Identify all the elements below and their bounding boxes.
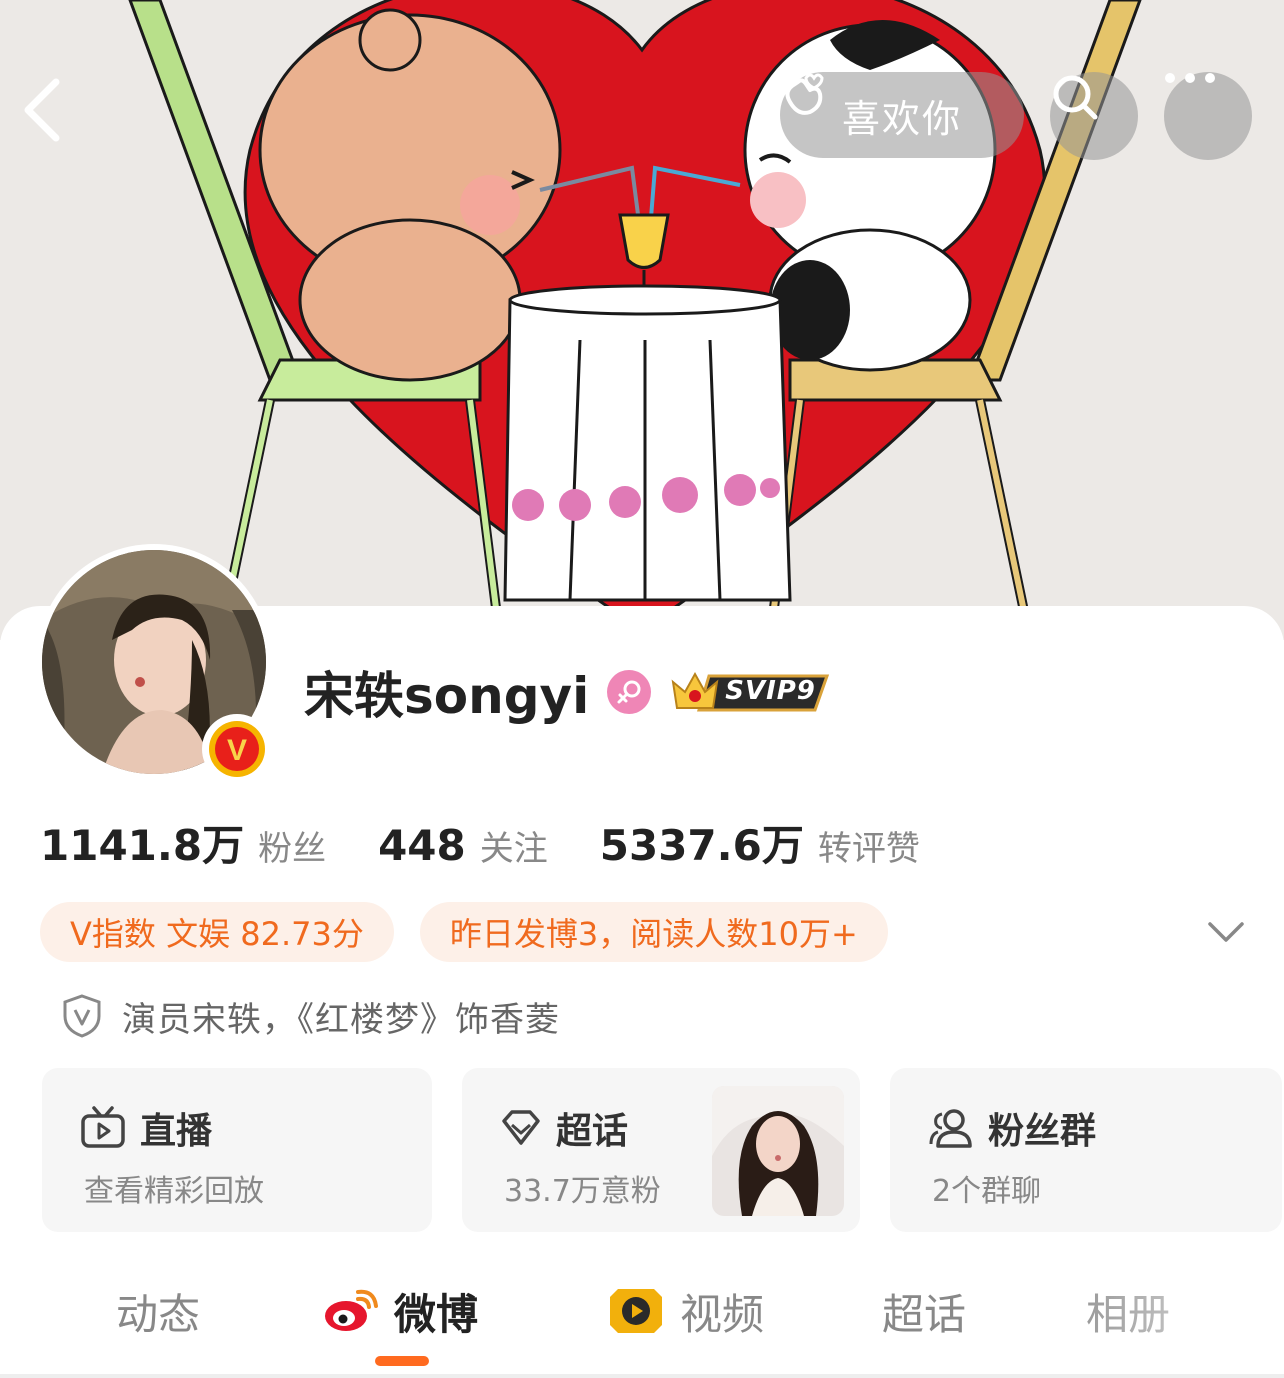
tab-scroll-fade (1040, 1276, 1284, 1376)
tv-icon (81, 1106, 125, 1148)
more-icon (1165, 73, 1215, 83)
active-tab-indicator (375, 1356, 429, 1366)
tag-row: V指数 文娱 82.73分 昨日发博3，阅读人数10万+ (40, 902, 888, 962)
svip-badge[interactable]: SVIP9 (669, 668, 831, 716)
bio-text: 演员宋轶，《红楼梦》饰香菱 (122, 999, 560, 1040)
female-gender-icon (607, 670, 652, 714)
search-icon (1053, 75, 1098, 120)
tab-label: 动态 (116, 1289, 201, 1339)
users-icon (929, 1109, 972, 1148)
stat-fans[interactable]: 1141.8万 粉丝 (40, 812, 326, 873)
super-topic-title: 超话 (556, 1111, 629, 1152)
stat-following[interactable]: 448 关注 (378, 821, 548, 870)
stat-value: 448 (378, 821, 466, 870)
live-card-subtitle: 查看精彩回放 (84, 1174, 264, 1209)
super-topic-subtitle: 33.7万意粉 (504, 1174, 661, 1209)
like-button-label: 喜欢你 (841, 96, 962, 141)
v-index-tag[interactable]: V指数 文娱 82.73分 (40, 902, 394, 962)
username-row: 宋轶songyi SVIP9 (304, 652, 831, 732)
diamond-icon (502, 1110, 540, 1145)
stat-label: 关注 (479, 829, 548, 869)
svg-text:V: V (227, 734, 247, 767)
bio-row: 演员宋轶，《红楼梦》饰香菱 (62, 988, 560, 1044)
video-play-icon (610, 1289, 662, 1333)
tab-video[interactable]: 视频 (606, 1276, 764, 1346)
divider (0, 1374, 1284, 1378)
verified-badge: V (202, 714, 272, 784)
stat-label: 转评赞 (817, 829, 920, 869)
svip-badge-label: SVIP9 (725, 676, 816, 706)
tab-chaohua[interactable]: 超话 (882, 1276, 966, 1346)
like-button[interactable]: 喜欢你 (780, 72, 1024, 158)
stats-row: 1141.8万 粉丝 448 关注 5337.6万 转评赞 (40, 812, 972, 872)
back-icon (24, 78, 60, 142)
super-topic-card[interactable]: 超话 33.7万意粉 (462, 1068, 860, 1232)
tab-label: 微博 (394, 1289, 479, 1339)
shield-v-icon (63, 994, 101, 1038)
tab-label: 超话 (882, 1289, 967, 1339)
super-topic-thumbnail (712, 1086, 844, 1216)
tab-label: 视频 (680, 1289, 765, 1339)
live-card-title: 直播 (140, 1111, 213, 1152)
weibo-logo-icon (325, 1289, 378, 1331)
stat-value: 5337.6万 (599, 821, 804, 870)
fan-group-card[interactable]: 粉丝群 2个群聊 (890, 1068, 1282, 1232)
search-button[interactable] (1050, 72, 1138, 160)
post-reading-tag[interactable]: 昨日发博3，阅读人数10万+ (419, 902, 888, 962)
fan-group-title: 粉丝群 (988, 1111, 1097, 1152)
tab-dongtai[interactable]: 动态 (116, 1276, 200, 1346)
profile-banner: 喜欢你 (0, 0, 1284, 640)
username: 宋轶songyi (304, 667, 590, 725)
tab-weibo[interactable]: 微博 (322, 1276, 478, 1346)
chevron-down-icon[interactable] (1206, 912, 1246, 952)
verified-v-icon: V (209, 721, 265, 777)
fan-group-subtitle: 2个群聊 (932, 1174, 1042, 1209)
hand-heart-icon (785, 73, 824, 115)
stat-label: 粉丝 (258, 829, 327, 869)
more-button[interactable] (1164, 72, 1252, 160)
back-button[interactable] (22, 78, 92, 158)
stat-value: 1141.8万 (40, 821, 245, 870)
stat-interactions[interactable]: 5337.6万 转评赞 (600, 812, 920, 873)
live-card[interactable]: 直播 查看精彩回放 (42, 1068, 432, 1232)
